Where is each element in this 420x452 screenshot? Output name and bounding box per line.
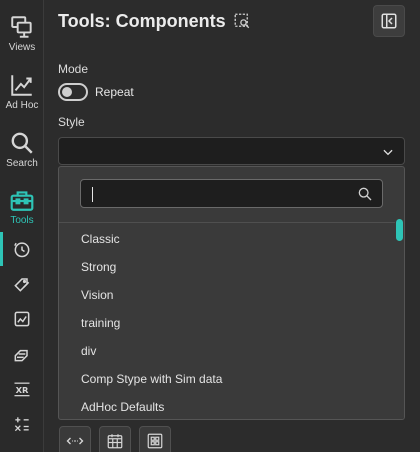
rail-item-search[interactable]: Search [0, 126, 44, 182]
select-search-icon[interactable] [233, 12, 251, 30]
chevron-down-icon [383, 149, 393, 156]
rail-sub-xr[interactable]: XR [0, 372, 44, 406]
dropdown-options: Classic Strong Vision training div Comp … [59, 225, 396, 419]
svg-text:XR: XR [16, 385, 29, 395]
app-root: Views Ad Hoc Search Tools XR Tools: Comp… [0, 0, 420, 452]
horizontal-expand-button[interactable] [59, 426, 91, 452]
repeat-toggle-label[interactable]: Repeat [95, 85, 134, 99]
adhoc-chart-icon [11, 75, 32, 96]
calendar-grid-button[interactable] [99, 426, 131, 452]
dropdown-option[interactable]: Strong [59, 253, 396, 281]
rail-sub-layers-edit[interactable] [0, 337, 44, 371]
panel-header: Tools: Components [58, 8, 251, 34]
rail-item-views[interactable]: Views [0, 10, 44, 66]
dropdown-option[interactable]: AdHoc Defaults [59, 393, 396, 419]
rail-sub-math[interactable] [0, 407, 44, 441]
tools-panel: Tools: Components Mode Repeat Style Clas… [44, 0, 420, 452]
dropdown-option[interactable]: div [59, 337, 396, 365]
rail-sub-image-edit[interactable] [0, 302, 44, 336]
repeat-toggle[interactable] [58, 83, 88, 101]
rail-label-search: Search [6, 158, 38, 169]
dropdown-search-input[interactable] [89, 184, 349, 204]
mode-label: Mode [58, 62, 89, 76]
rail-label-tools: Tools [10, 215, 34, 226]
xr-icon: XR [14, 382, 30, 397]
toggle-knob [62, 87, 72, 97]
pencil-tag-icon [14, 278, 30, 292]
horizontal-expand-icon [66, 437, 84, 445]
collapse-panel-icon [381, 13, 397, 29]
rail-item-adhoc[interactable]: Ad Hoc [0, 68, 44, 124]
rail-item-tools[interactable]: Tools [0, 183, 44, 239]
views-icon [11, 16, 32, 38]
dropdown-option[interactable]: Comp Stype with Sim data [59, 365, 396, 393]
dropdown-option[interactable]: training [59, 309, 396, 337]
stopwatch-icon [14, 242, 30, 258]
style-label: Style [58, 115, 85, 129]
math-operators-icon [14, 417, 29, 432]
search-icon[interactable] [357, 186, 373, 202]
layers-edit-icon [14, 349, 28, 362]
rail-sub-pencil-tag[interactable] [0, 267, 44, 301]
calendar-grid-icon [107, 434, 123, 449]
search-icon [11, 132, 33, 154]
grid-layout-button[interactable] [139, 426, 171, 452]
toolbox-icon [10, 191, 34, 211]
style-select[interactable] [58, 137, 405, 165]
dropdown-scrollbar-track[interactable] [395, 219, 404, 419]
grid-layout-icon [147, 433, 163, 449]
text-caret [92, 187, 93, 202]
page-title: Tools: Components [58, 10, 226, 31]
rail-label-views: Views [8, 42, 36, 53]
dropdown-scrollbar-thumb[interactable] [396, 219, 403, 241]
collapse-panel-button[interactable] [373, 5, 405, 37]
image-edit-icon [14, 311, 30, 327]
style-dropdown: Classic Strong Vision training div Comp … [58, 166, 405, 420]
dropdown-search-box[interactable] [80, 179, 383, 208]
dropdown-option[interactable]: Vision [59, 281, 396, 309]
dropdown-option[interactable]: Classic [59, 225, 396, 253]
rail-sub-stopwatch[interactable] [0, 232, 44, 266]
left-nav-rail: Views Ad Hoc Search Tools XR [0, 0, 44, 452]
rail-label-adhoc: Ad Hoc [5, 100, 39, 111]
dropdown-divider [59, 222, 404, 223]
